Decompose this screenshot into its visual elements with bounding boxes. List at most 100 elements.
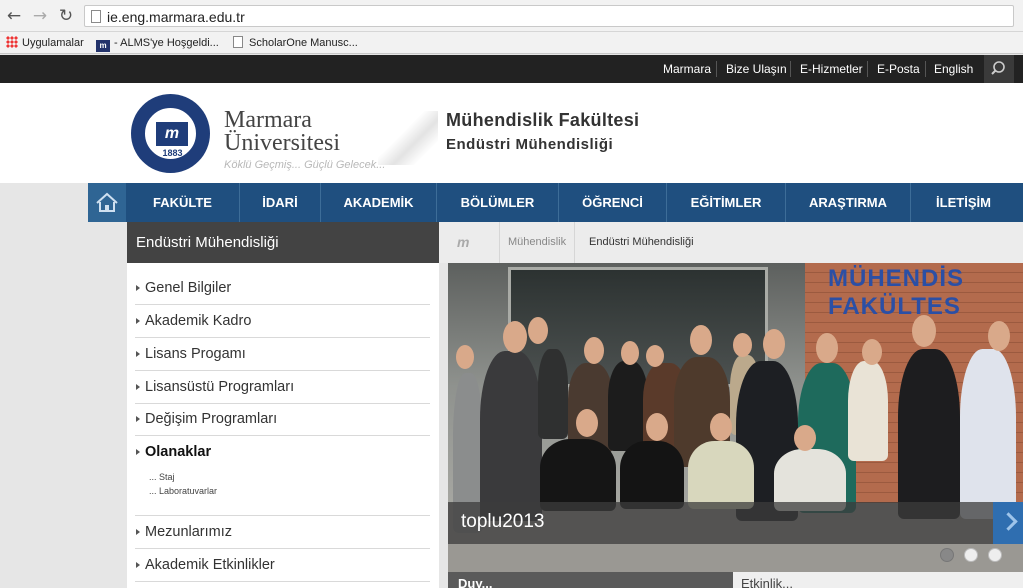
nav-akademik[interactable]: AKADEMİK [321, 183, 436, 222]
caret-right-icon [136, 318, 140, 324]
university-name-line2: Üniversitesi [224, 130, 340, 156]
browser-address-bar: ← → ↻ ie.eng.marmara.edu.tr [0, 0, 1023, 32]
department-title: Endüstri Mühendisliği [446, 136, 614, 153]
topbar-link-email[interactable]: E-Posta [877, 55, 920, 83]
sidebar-item-lisansustu[interactable]: Lisansüstü Programları [135, 371, 430, 404]
university-seal-logo[interactable]: m 1883 [131, 94, 210, 173]
building-sign: MÜHENDİS FAKÜLTES [828, 265, 965, 320]
divider [925, 61, 926, 77]
sidebar-subitem-laboratuvarlar[interactable]: ... Laboratuvarlar [149, 486, 217, 496]
sidebar-item-akademik-kadro[interactable]: Akademik Kadro [135, 305, 430, 338]
site-header: m 1883 Marmara Üniversitesi Köklü Geçmiş… [0, 83, 1023, 183]
tab-announcements[interactable]: Duy... [448, 572, 733, 588]
forward-arrow-icon[interactable]: → [30, 6, 50, 26]
bottom-section-tabs: Duy... Etkinlik... [448, 572, 1023, 588]
person-figure [688, 441, 754, 509]
person-head [456, 345, 474, 369]
person-head [733, 333, 752, 357]
top-utility-bar: Marmara Bize Ulaşın E-Hizmetler E-Posta … [0, 55, 1023, 83]
tab-events[interactable]: Etkinlik... [741, 577, 793, 588]
person-head [621, 341, 639, 365]
sidebar-item-label: Genel Bilgiler [145, 280, 232, 296]
topbar-link-english[interactable]: English [934, 55, 973, 83]
home-button[interactable] [88, 183, 126, 222]
nav-arastirma[interactable]: ARAŞTIRMA [786, 183, 910, 222]
sidebar-item-label: Lisansüstü Programları [145, 379, 295, 395]
bookmark-scholarone[interactable]: ScholarOne Manusc... [233, 35, 358, 51]
sidebar-item-label: Değişim Programları [145, 411, 278, 427]
person-head [584, 337, 604, 364]
person-head [862, 339, 882, 365]
breadcrumb-item-current: Endüstri Mühendisliği [589, 236, 694, 248]
person-head [646, 345, 664, 367]
sidebar-item-akademik-etkinlikler[interactable]: Akademik Etkinlikler [135, 549, 430, 582]
breadcrumb: m Mühendislik Endüstri Mühendisliği [439, 222, 1023, 263]
person-head [763, 329, 785, 359]
divider [790, 61, 791, 77]
bookmarks-bar: Uygulamalar m - ALMS'ye Hoşgeldi... Schol… [0, 32, 1023, 54]
person-figure [538, 349, 568, 439]
topbar-link-eservices[interactable]: E-Hizmetler [800, 55, 863, 83]
nav-fakulte[interactable]: FAKÜLTE [126, 183, 239, 222]
sidebar-item-genel-bilgiler[interactable]: Genel Bilgiler [135, 272, 430, 305]
slider-dot-1[interactable] [940, 548, 954, 562]
divider [716, 61, 717, 77]
slider-dot-2[interactable] [964, 548, 978, 562]
slider-caption-text: toplu2013 [461, 511, 545, 532]
reload-icon[interactable]: ↻ [56, 6, 76, 26]
back-arrow-icon[interactable]: ← [4, 6, 24, 26]
breadcrumb-item-muhendislik[interactable]: Mühendislik [508, 222, 566, 263]
person-figure [480, 351, 542, 521]
sidebar-item-mezunlarimiz[interactable]: Mezunlarımız [135, 516, 430, 549]
faculty-title: Mühendislik Fakültesi [446, 110, 640, 130]
caret-right-icon [136, 562, 140, 568]
slider-next-button[interactable] [993, 502, 1023, 544]
sidebar-subitem-staj[interactable]: ... Staj [149, 472, 175, 482]
divider [574, 222, 575, 263]
url-field[interactable]: ie.eng.marmara.edu.tr [84, 5, 1014, 27]
caret-right-icon [136, 529, 140, 535]
nav-idari[interactable]: İDARİ [240, 183, 320, 222]
sidebar-item-degisim[interactable]: Değişim Programları [135, 403, 430, 436]
person-head [988, 321, 1010, 351]
person-head [690, 325, 712, 355]
caret-right-icon [136, 449, 140, 455]
seal-year: 1883 [162, 148, 183, 158]
sidebar-item-label: Akademik Kadro [145, 313, 252, 329]
slider-caption: toplu2013 [448, 502, 1023, 544]
bookmark-apps[interactable]: Uygulamalar [6, 35, 84, 51]
topbar-link-contact[interactable]: Bize Ulaşın [726, 55, 787, 83]
university-slogan: Köklü Geçmiş... Güçlü Gelecek... [224, 159, 386, 171]
tab-label: Duy... [458, 576, 493, 588]
slider-dot-3[interactable] [988, 548, 1002, 562]
bookmark-alms[interactable]: m - ALMS'ye Hoşgeldi... [96, 35, 219, 52]
nav-bolumler[interactable]: BÖLÜMLER [437, 183, 558, 222]
person-head [576, 409, 598, 437]
person-head [794, 425, 816, 451]
caret-right-icon [136, 416, 140, 422]
divider [499, 222, 500, 263]
sidebar-item-label: Olanaklar [145, 444, 212, 460]
university-name[interactable]: Marmara Üniversitesi [224, 107, 340, 156]
search-icon [991, 61, 1005, 75]
m-logo-icon: m [156, 122, 188, 146]
person-head [912, 315, 936, 347]
caret-right-icon [136, 384, 140, 390]
divider [867, 61, 868, 77]
bookmark-label: ScholarOne Manusc... [249, 37, 358, 49]
nav-ogrenci[interactable]: ÖĞRENCİ [559, 183, 666, 222]
person-head [710, 413, 732, 441]
person-figure [540, 439, 616, 511]
sidebar-item-label: Mezunlarımız [145, 524, 233, 540]
decorative-slash [378, 111, 438, 165]
search-button[interactable] [984, 55, 1014, 83]
nav-iletisim[interactable]: İLETİŞİM [911, 183, 1016, 222]
apps-grid-icon [6, 36, 18, 48]
sidebar-item-lisans[interactable]: Lisans Progamı [135, 338, 430, 371]
topbar-link-marmara[interactable]: Marmara [663, 55, 711, 83]
sidebar-item-olanaklar[interactable]: Olanaklar [135, 436, 430, 469]
bookmark-label: - ALMS'ye Hoşgeldi... [114, 37, 219, 49]
university-name-line1: Marmara [224, 107, 312, 133]
m-logo-icon[interactable]: m [457, 235, 483, 249]
nav-egitimler[interactable]: EĞİTİMLER [667, 183, 785, 222]
